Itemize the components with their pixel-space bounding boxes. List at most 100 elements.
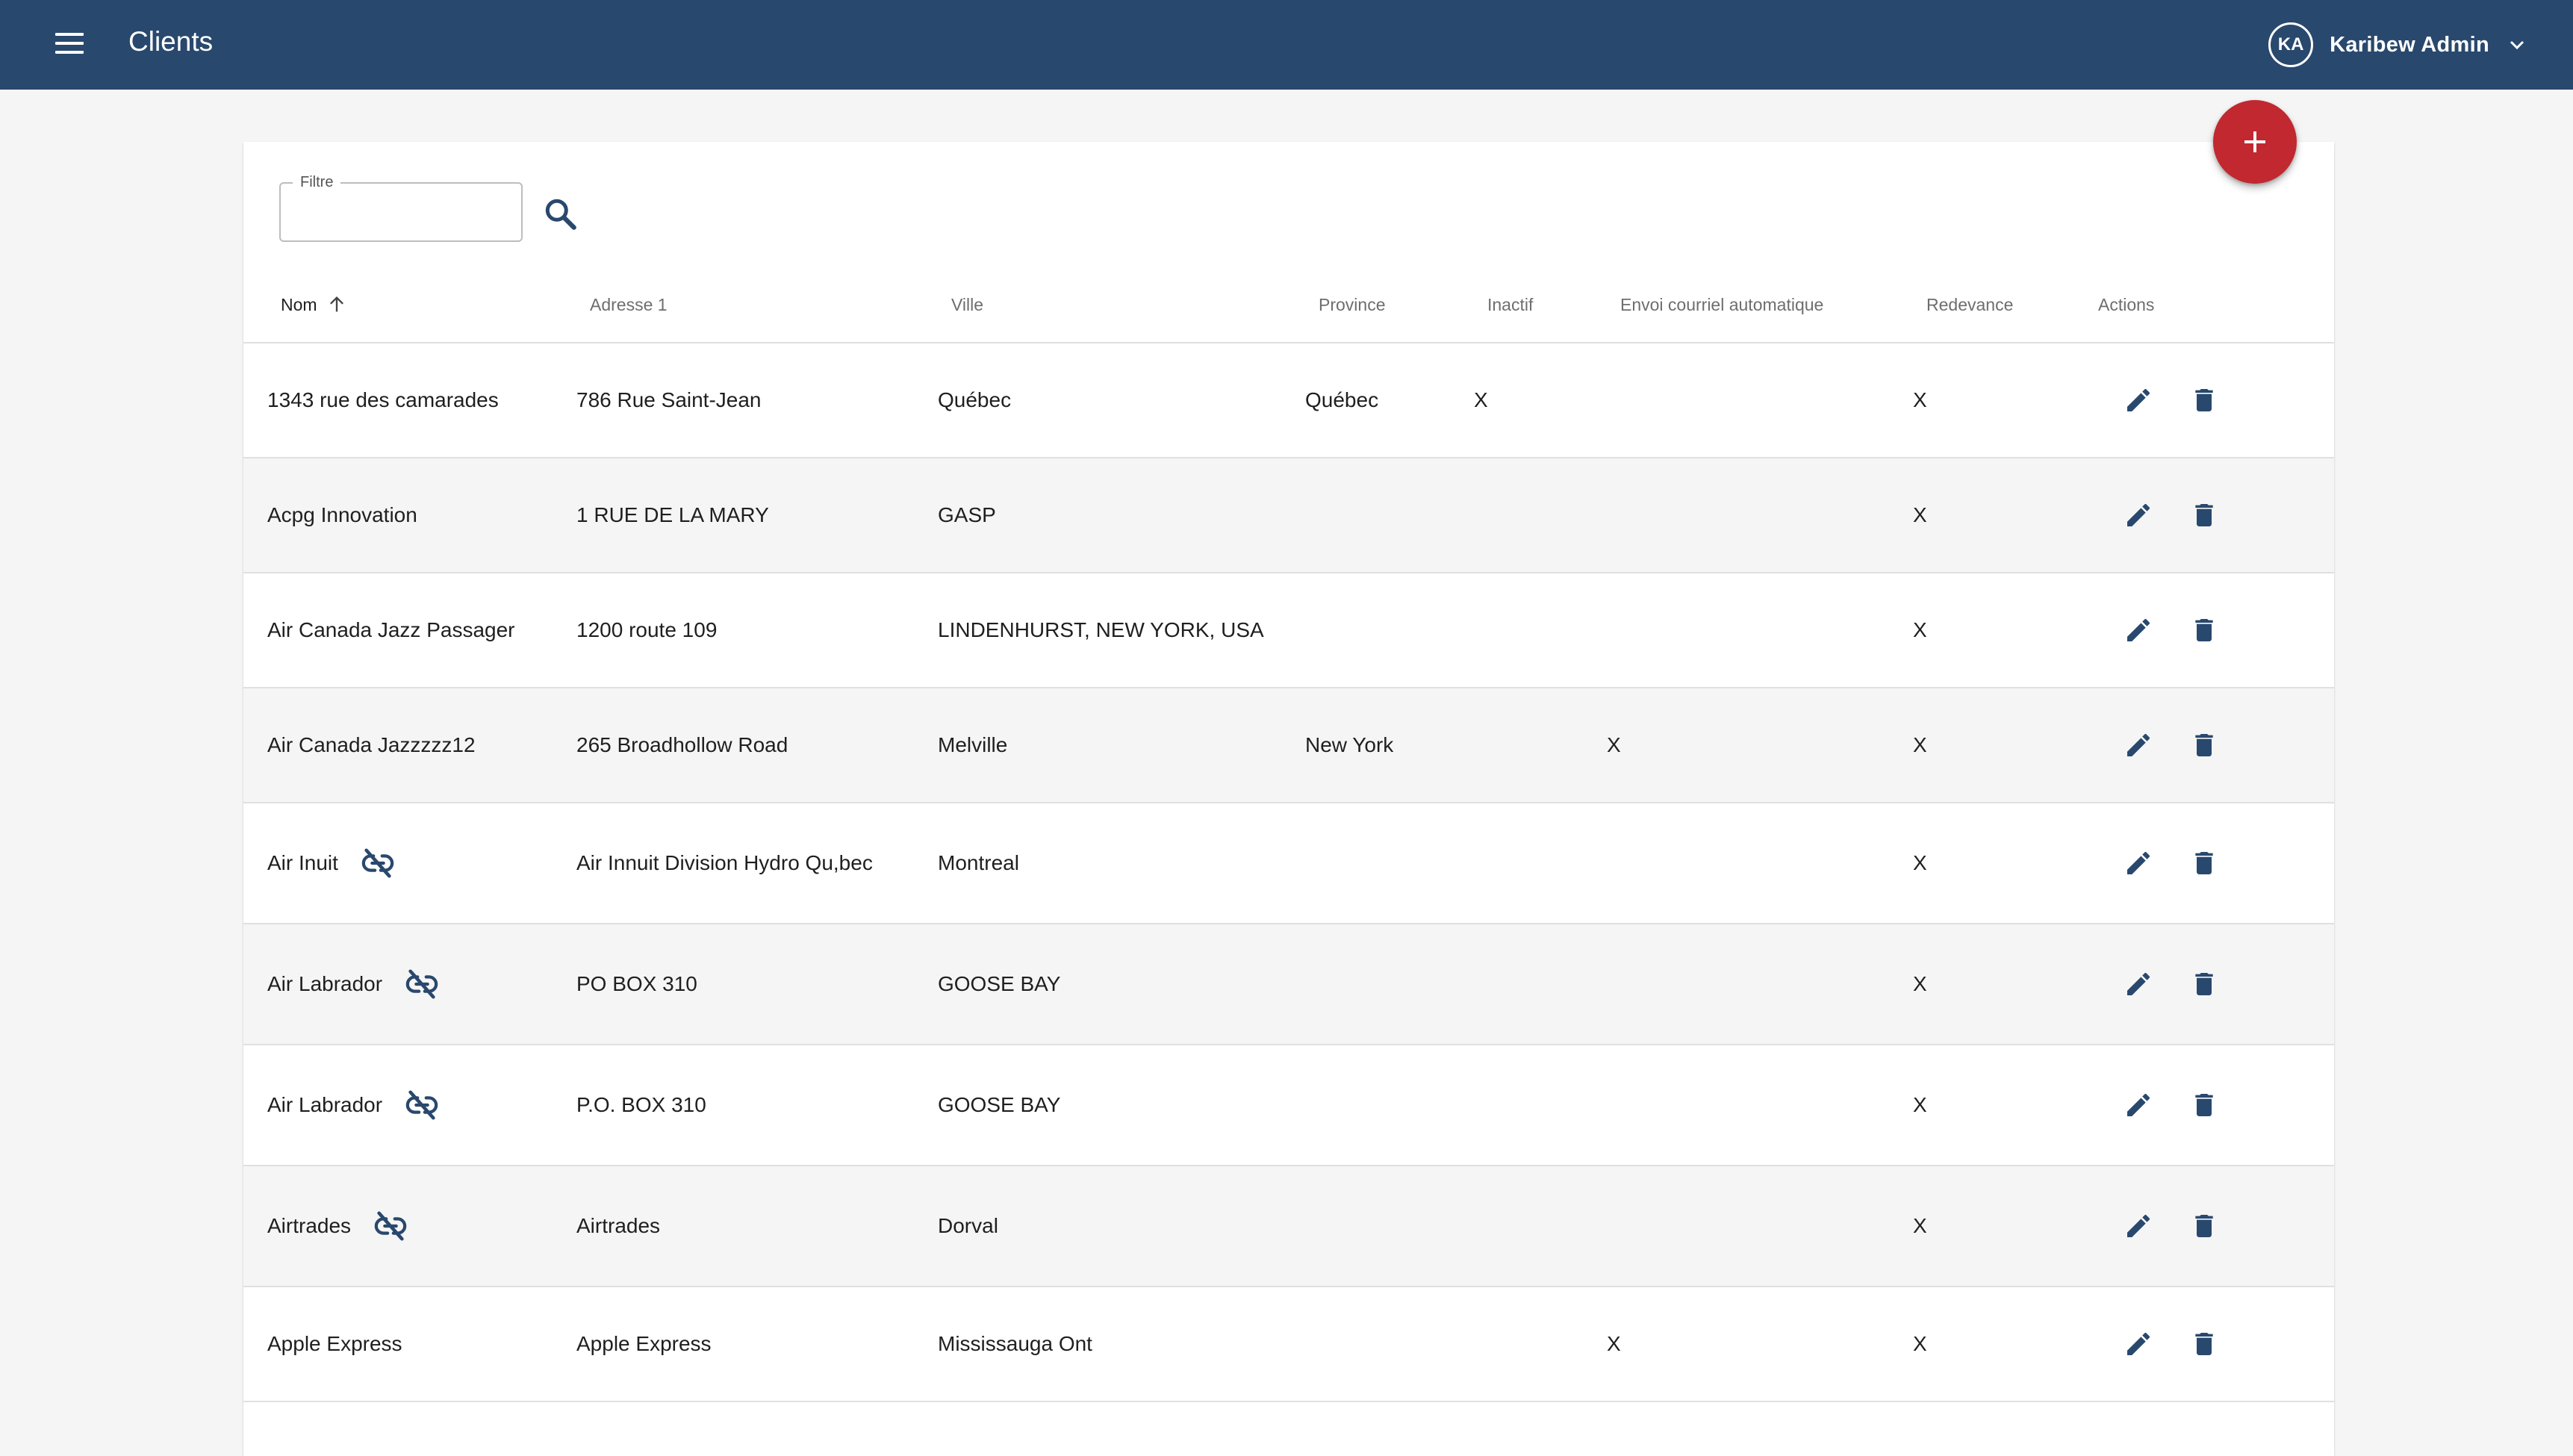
cell-adresse: 1 RUE DE LA MARY bbox=[576, 458, 769, 572]
search-icon[interactable] bbox=[542, 196, 579, 233]
cell-adresse-text: Airtrades bbox=[576, 1214, 661, 1237]
column-header-inactif[interactable]: Inactif bbox=[1487, 267, 1533, 342]
cell-ville-text: LINDENHURST, NEW YORK, USA bbox=[938, 618, 1264, 641]
cell-adresse: 265 Broadhollow Road bbox=[576, 688, 788, 802]
cell-ville: LINDENHURST, NEW YORK, USA bbox=[938, 573, 1264, 687]
filter-label: Filtre bbox=[293, 173, 341, 191]
pencil-icon[interactable] bbox=[2116, 1045, 2161, 1165]
table-row[interactable]: Air Labrador PO BOX 310 GOOSE BAY X bbox=[243, 924, 2334, 1045]
cell-province: Québec bbox=[1305, 343, 1378, 457]
cell-province: New York bbox=[1305, 688, 1393, 802]
cell-nom-text: Acpg Innovation bbox=[267, 503, 417, 526]
table-row[interactable]: Air Canada Jazz Passager 1200 route 109 LI… bbox=[243, 573, 2334, 688]
cell-adresse: PO BOX 310 bbox=[576, 924, 697, 1044]
cell-nom: 1343 rue des camarades bbox=[267, 343, 499, 457]
table-row[interactable]: 1343 rue des camarades 786 Rue Saint-Jean… bbox=[243, 343, 2334, 458]
cell-ville: Montreal bbox=[938, 803, 1019, 923]
cell-nom-text: Air Labrador bbox=[267, 972, 383, 995]
pencil-icon[interactable] bbox=[2116, 458, 2161, 572]
cell-nom: Airtrades bbox=[267, 1166, 408, 1286]
cell-inactif: X bbox=[1474, 343, 1488, 457]
add-client-button[interactable] bbox=[2213, 100, 2297, 184]
table-row[interactable]: Airtrades Airtrades Dorval X bbox=[243, 1166, 2334, 1287]
cell-adresse: Air Innuit Division Hydro Qu,bec bbox=[576, 803, 873, 923]
user-name: Karibew Admin bbox=[2330, 32, 2489, 57]
trash-icon[interactable] bbox=[2182, 1287, 2227, 1401]
cell-adresse: P.O. BOX 310 bbox=[576, 1045, 706, 1165]
cell-redevance: X bbox=[1913, 573, 1927, 687]
trash-icon[interactable] bbox=[2182, 458, 2227, 572]
cell-nom: Air Labrador bbox=[267, 924, 439, 1044]
cell-nom-text: Apple Express bbox=[267, 1332, 402, 1355]
column-header-adresse[interactable]: Adresse 1 bbox=[590, 267, 668, 342]
filter-field[interactable]: Filtre bbox=[279, 173, 523, 242]
cell-envoi-text: X bbox=[1607, 1332, 1621, 1355]
cell-redevance-text: X bbox=[1913, 388, 1927, 411]
cell-adresse-text: Air Innuit Division Hydro Qu,bec bbox=[576, 851, 873, 874]
table-row[interactable]: Air Inuit Air Innuit Division Hydro Qu,be… bbox=[243, 803, 2334, 924]
cell-ville-text: GOOSE BAY bbox=[938, 1093, 1061, 1116]
column-header-envoi[interactable]: Envoi courriel automatique bbox=[1620, 267, 1823, 342]
cell-adresse-text: 1200 route 109 bbox=[576, 618, 718, 641]
cell-adresse: Airtrades bbox=[576, 1166, 660, 1286]
cell-envoi: X bbox=[1607, 1287, 1621, 1401]
cell-ville: GOOSE BAY bbox=[938, 924, 1060, 1044]
trash-icon[interactable] bbox=[2182, 1166, 2227, 1286]
cell-redevance-text: X bbox=[1913, 1214, 1927, 1237]
cell-redevance-text: X bbox=[1913, 1332, 1927, 1355]
cell-envoi-text: X bbox=[1607, 733, 1621, 756]
cell-redevance-text: X bbox=[1913, 733, 1927, 756]
cell-nom: Air Canada Jazz Passager bbox=[267, 573, 515, 687]
clients-card: Filtre Nom Adresse 1 Ville Province Inac… bbox=[243, 142, 2334, 1456]
cell-redevance-text: X bbox=[1913, 1093, 1927, 1116]
trash-icon[interactable] bbox=[2182, 343, 2227, 457]
cell-redevance: X bbox=[1913, 343, 1927, 457]
link-off-icon bbox=[374, 1211, 407, 1241]
cell-redevance: X bbox=[1913, 924, 1927, 1044]
chevron-down-icon bbox=[2506, 34, 2528, 56]
pencil-icon[interactable] bbox=[2116, 688, 2161, 802]
cell-ville-text: Melville bbox=[938, 733, 1008, 756]
trash-icon[interactable] bbox=[2182, 573, 2227, 687]
trash-icon[interactable] bbox=[2182, 688, 2227, 802]
table-row[interactable]: Apple Express Apple Express Mississauga On… bbox=[243, 1287, 2334, 1402]
cell-inactif-text: X bbox=[1474, 388, 1488, 411]
table-row[interactable]: Acpg Innovation 1 RUE DE LA MARY GASP X bbox=[243, 458, 2334, 573]
filter-input[interactable] bbox=[294, 196, 511, 230]
plus-icon bbox=[2244, 131, 2265, 152]
trash-icon[interactable] bbox=[2182, 924, 2227, 1044]
pencil-icon[interactable] bbox=[2116, 573, 2161, 687]
cell-redevance: X bbox=[1913, 1045, 1927, 1165]
link-off-icon bbox=[405, 1090, 438, 1120]
table-row[interactable]: Air Canada Jazzzzz12 265 Broadhollow Road… bbox=[243, 688, 2334, 803]
cell-ville: GOOSE BAY bbox=[938, 1045, 1060, 1165]
cell-ville-text: Québec bbox=[938, 388, 1012, 411]
cell-ville: GASP bbox=[938, 458, 996, 572]
link-off-icon bbox=[361, 848, 394, 878]
column-header-ville[interactable]: Ville bbox=[951, 267, 983, 342]
pencil-icon[interactable] bbox=[2116, 343, 2161, 457]
column-header-nom[interactable]: Nom bbox=[281, 267, 347, 342]
cell-nom: Air Canada Jazzzzz12 bbox=[267, 688, 476, 802]
table-body: 1343 rue des camarades 786 Rue Saint-Jean… bbox=[243, 343, 2334, 1402]
cell-ville: Dorval bbox=[938, 1166, 998, 1286]
trash-icon[interactable] bbox=[2182, 803, 2227, 923]
pencil-icon[interactable] bbox=[2116, 1166, 2161, 1286]
page-title: Clients bbox=[128, 26, 214, 57]
app-bar: Clients KA Karibew Admin bbox=[0, 0, 2573, 90]
cell-redevance-text: X bbox=[1913, 851, 1927, 874]
cell-ville-text: GOOSE BAY bbox=[938, 972, 1061, 995]
table-row[interactable]: Air Labrador P.O. BOX 310 GOOSE BAY X bbox=[243, 1045, 2334, 1166]
cell-redevance-text: X bbox=[1913, 503, 1927, 526]
menu-icon[interactable] bbox=[49, 28, 91, 61]
cell-adresse-text: 786 Rue Saint-Jean bbox=[576, 388, 762, 411]
column-header-province[interactable]: Province bbox=[1319, 267, 1385, 342]
trash-icon[interactable] bbox=[2182, 1045, 2227, 1165]
pencil-icon[interactable] bbox=[2116, 924, 2161, 1044]
cell-redevance-text: X bbox=[1913, 972, 1927, 995]
column-header-redevance[interactable]: Redevance bbox=[1926, 267, 2013, 342]
pencil-icon[interactable] bbox=[2116, 803, 2161, 923]
pencil-icon[interactable] bbox=[2116, 1287, 2161, 1401]
cell-province-text: New York bbox=[1305, 733, 1394, 756]
user-menu[interactable]: KA Karibew Admin bbox=[2268, 18, 2528, 72]
